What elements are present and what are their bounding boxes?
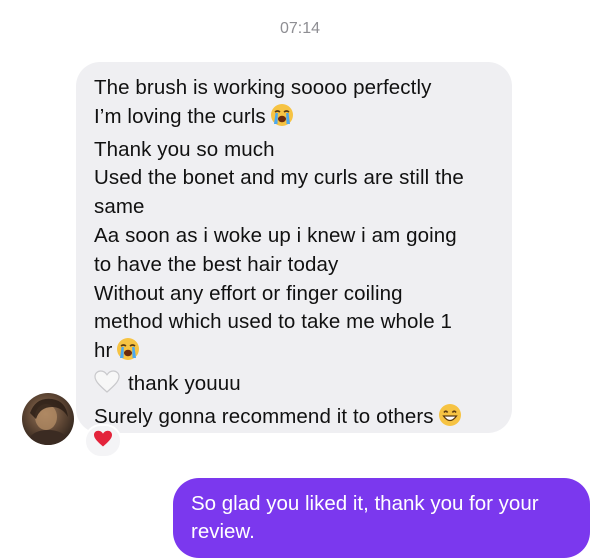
message-line: So glad you liked it, thank you for your xyxy=(191,492,539,515)
grinning-face-emoji-icon xyxy=(438,403,462,436)
message-line: Thank you so much xyxy=(94,137,275,161)
message-line: same xyxy=(94,195,145,219)
red-heart-emoji-icon xyxy=(93,430,113,453)
message-line: Without any effort or finger coiling xyxy=(94,281,403,305)
message-line: hr xyxy=(94,337,494,370)
message-line: Used the bonet and my curls are still th… xyxy=(94,166,464,190)
dm-thread: 07:14 The brush is working soooo perfect… xyxy=(0,0,600,560)
message-line: Aa soon as i woke up i knew i am going xyxy=(94,223,457,247)
message-line: Surely gonna recommend it to others xyxy=(94,403,494,436)
message-timestamp: 07:14 xyxy=(279,20,321,37)
message-line: thank youuu xyxy=(94,370,494,403)
loudly-crying-face-emoji-icon xyxy=(270,103,294,136)
incoming-message-bubble[interactable]: The brush is working soooo perfectly I’m… xyxy=(76,62,512,433)
message-line: The brush is working soooo perfectly xyxy=(94,76,432,99)
message-reaction[interactable] xyxy=(84,424,122,458)
outgoing-message-bubble[interactable]: So glad you liked it, thank you for your… xyxy=(173,478,590,558)
loudly-crying-face-emoji-icon xyxy=(116,337,140,370)
message-line: review. xyxy=(191,520,255,543)
message-line: I’m loving the curls xyxy=(94,103,494,136)
white-heart-emoji-icon xyxy=(94,370,120,403)
sender-avatar[interactable] xyxy=(22,393,74,445)
message-line: method which used to take me whole 1 xyxy=(94,310,452,334)
message-line: to have the best hair today xyxy=(94,252,339,276)
